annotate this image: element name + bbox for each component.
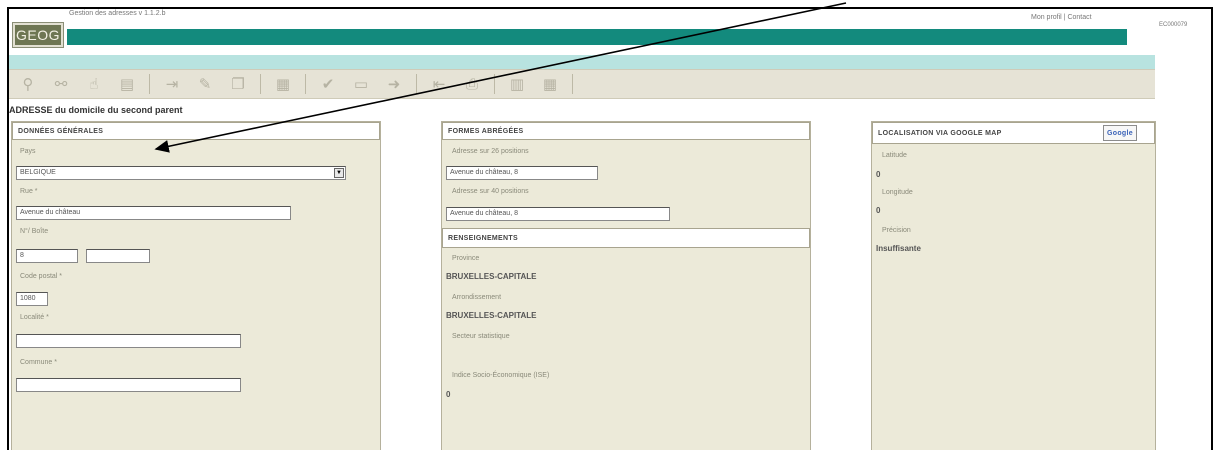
book-icon[interactable]: ▥ (506, 74, 528, 94)
box-input[interactable] (86, 249, 150, 263)
longitude-label: Longitude (882, 189, 913, 196)
toolbar-separator (416, 74, 417, 94)
district-label: Arrondissement (452, 294, 502, 301)
ise-label: Indice Socio-Économique (ISE) (452, 372, 550, 379)
page-title: ADRESSE du domicile du second parent (9, 105, 183, 115)
toolbar-separator (305, 74, 306, 94)
province-value: BRUXELLES-CAPITALE (446, 272, 537, 281)
forward-icon[interactable]: ➜ (383, 74, 405, 94)
panel-title: FORMES ABRÉGÉES (442, 122, 810, 140)
address-26-label: Adresse sur 26 positions (452, 148, 529, 155)
address-26-field[interactable]: Avenue du château, 8 (446, 166, 598, 180)
info-section-title: RENSEIGNEMENTS (442, 228, 810, 248)
panel-title: DONNÉES GÉNÉRALES (12, 122, 380, 140)
short-forms-panel: FORMES ABRÉGÉES Adresse sur 26 positions… (441, 121, 811, 450)
province-label: Province (452, 255, 480, 262)
precision-label: Précision (882, 227, 911, 234)
country-label: Pays (20, 148, 36, 155)
country-value: BELGIQUE (20, 169, 56, 176)
toolbar-separator (149, 74, 150, 94)
app-logo[interactable]: GEOG (12, 22, 64, 48)
profile-link[interactable]: Mon profil (1031, 14, 1062, 21)
address-40-field[interactable]: Avenue du château, 8 (446, 207, 670, 221)
contact-link[interactable]: Contact (1067, 14, 1091, 21)
import-icon[interactable]: ⇤ (428, 74, 450, 94)
google-map-button[interactable]: Google (1103, 125, 1137, 141)
country-select[interactable]: BELGIQUE ▼ (16, 166, 346, 180)
print-icon[interactable]: ⎙ (461, 74, 483, 94)
street-input[interactable]: Avenue du château (16, 206, 291, 220)
geolocation-title: LOCALISATION VIA GOOGLE MAP (878, 129, 1002, 137)
hand-icon[interactable]: ☝ (83, 74, 105, 94)
locality-label: Localité * (20, 314, 49, 321)
precision-value: Insuffisante (876, 244, 921, 253)
geolocation-panel: LOCALISATION VIA GOOGLE MAP Google Latit… (871, 121, 1156, 450)
top-links: Mon profil | Contact (1031, 14, 1092, 21)
latitude-label: Latitude (882, 152, 907, 159)
header: GEOG Gestion des adresses v 1.1.2.b Mon … (9, 9, 1211, 71)
app-window: GEOG Gestion des adresses v 1.1.2.b Mon … (7, 7, 1213, 450)
latitude-value: 0 (876, 170, 881, 179)
postal-code-label: Code postal * (20, 273, 63, 280)
district-value: BRUXELLES-CAPITALE (446, 311, 537, 320)
toolbar-separator (260, 74, 261, 94)
panel-title: LOCALISATION VIA GOOGLE MAP Google (872, 122, 1155, 144)
check-icon[interactable]: ✔ (317, 74, 339, 94)
copy-icon[interactable]: ❐ (227, 74, 249, 94)
find-icon[interactable]: ⚲ (17, 74, 39, 94)
export-icon[interactable]: ⇥ (161, 74, 183, 94)
toolbar-separator (494, 74, 495, 94)
statistical-sector-label: Secteur statistique (452, 333, 510, 340)
chevron-down-icon[interactable]: ▼ (334, 168, 344, 178)
header-bar (67, 29, 1127, 45)
ise-value: 0 (446, 390, 451, 399)
toolbar-separator (572, 74, 573, 94)
general-panel: DONNÉES GÉNÉRALES Pays BELGIQUE ▼ Rue * … (11, 121, 381, 450)
screen-icon[interactable]: ▭ (350, 74, 372, 94)
street-label: Rue * (20, 188, 38, 195)
app-title: Gestion des adresses v 1.1.2.b (69, 10, 166, 17)
number-input[interactable]: 8 (16, 249, 78, 263)
document-icon[interactable]: ▤ (116, 74, 138, 94)
number-label: N°/ Boîte (20, 228, 49, 235)
municipality-input[interactable] (16, 378, 241, 392)
toolbar: ⚲ ⚯ ☝ ▤ ⇥ ✎ ❐ ▦ ✔ ▭ ➜ ⇤ ⎙ ▥ ▦ (9, 69, 1155, 99)
postal-code-input[interactable]: 1080 (16, 292, 48, 306)
grid-icon[interactable]: ▦ (272, 74, 294, 94)
table-icon[interactable]: ▦ (539, 74, 561, 94)
link-separator: | (1063, 14, 1066, 21)
locality-input[interactable] (16, 334, 241, 348)
address-40-label: Adresse sur 40 positions (452, 188, 529, 195)
sub-header-bar (9, 55, 1155, 69)
municipality-label: Commune * (20, 359, 57, 366)
zoom-icon[interactable]: ⚯ (50, 74, 72, 94)
edit-icon[interactable]: ✎ (194, 74, 216, 94)
longitude-value: 0 (876, 206, 881, 215)
user-id: EC000079 (1159, 22, 1188, 28)
